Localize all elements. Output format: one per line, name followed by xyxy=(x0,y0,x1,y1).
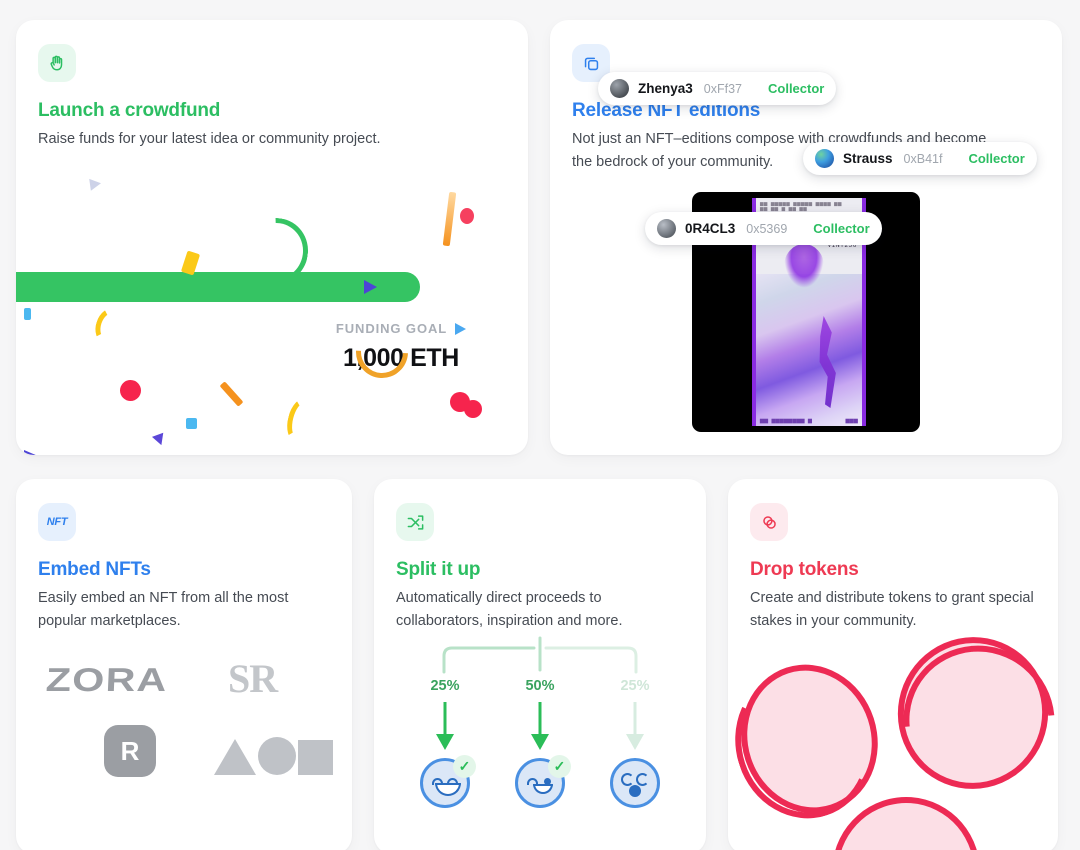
confetti-bar xyxy=(442,191,457,247)
collector-role: Collector xyxy=(813,221,870,236)
raised-hand-icon xyxy=(38,44,76,82)
split-percent: 25% xyxy=(620,678,650,694)
card-header: Split it up Automatically direct proceed… xyxy=(374,479,706,634)
confetti-triangle xyxy=(151,432,168,448)
split-arrows-icon xyxy=(396,503,434,541)
collector-role: Collector xyxy=(768,81,825,96)
rarible-logo: R xyxy=(104,725,156,777)
avatar xyxy=(610,79,629,98)
split-percent: 25% xyxy=(430,678,460,694)
circle-shape xyxy=(258,737,296,775)
card-header: Launch a crowdfund Raise funds for your … xyxy=(16,20,528,151)
collector-address: 0xB41f xyxy=(903,151,943,166)
funding-goal-block: FUNDING GOAL 1,000 ETH xyxy=(296,315,506,389)
confetti-dot xyxy=(186,418,197,429)
artwork-blob xyxy=(784,244,824,288)
avatar xyxy=(815,149,834,168)
collector-badge[interactable]: Strauss 0xB41f Collector xyxy=(803,142,1037,175)
collector-badge[interactable]: Zhenya3 0xFf37 Collector xyxy=(598,72,837,105)
split-column: 25% xyxy=(604,678,666,808)
confetti-triangle xyxy=(24,450,38,455)
marketplace-logos: ZORA SR R xyxy=(16,647,352,847)
artwork-footer-right: ▆▆▆ xyxy=(845,418,858,424)
confetti-bar xyxy=(219,381,244,407)
collector-address: 0xFf37 xyxy=(703,81,742,96)
triangle-shape xyxy=(214,739,256,775)
feature-row-top: Launch a crowdfund Raise funds for your … xyxy=(16,20,1064,455)
collector-name: 0R4CL3 xyxy=(685,221,736,236)
token-coins-illustration xyxy=(728,479,1058,850)
zora-logo: ZORA xyxy=(45,661,169,698)
confetti-triangle xyxy=(89,177,102,191)
check-icon: ✓ xyxy=(548,755,571,778)
card-description: Raise funds for your latest idea or comm… xyxy=(38,131,381,147)
confetti-dot xyxy=(460,208,474,224)
square-shape xyxy=(298,740,333,775)
confetti-arc xyxy=(91,304,127,348)
dizzy-face-icon xyxy=(610,758,660,808)
nft-icon-label: NFT xyxy=(46,516,68,528)
card-drop-tokens[interactable]: Drop tokens Create and distribute tokens… xyxy=(728,479,1058,850)
card-description: Automatically direct proceeds to collabo… xyxy=(396,590,623,630)
card-launch-crowdfund[interactable]: Launch a crowdfund Raise funds for your … xyxy=(16,20,528,455)
card-title: Split it up xyxy=(396,559,481,580)
superrare-logo: SR xyxy=(228,656,278,701)
split-arrow-icon xyxy=(414,702,476,754)
card-release-nft-editions[interactable]: Release NFT editions Not just an NFT–edi… xyxy=(550,20,1062,455)
collector-name: Zhenya3 xyxy=(638,81,693,96)
foundation-logo xyxy=(214,737,333,775)
split-column: 50% ✓ xyxy=(509,678,571,808)
split-diagram: 25% ✓ 50% ✓ 25% xyxy=(374,634,706,850)
grinning-face-icon: ✓ xyxy=(420,755,476,808)
split-arrow-icon xyxy=(604,702,666,754)
collector-address: 0x5369 xyxy=(746,221,788,236)
confetti-dot xyxy=(464,400,482,418)
card-description: Easily embed an NFT from all the most po… xyxy=(38,590,289,630)
card-embed-nfts[interactable]: NFT Embed NFTs Easily embed an NFT from … xyxy=(16,479,352,850)
progress-arrow-icon xyxy=(364,280,377,294)
features-grid-page: Launch a crowdfund Raise funds for your … xyxy=(0,0,1080,850)
artwork-figure xyxy=(819,316,836,408)
split-arrow-icon xyxy=(509,702,571,754)
confetti-dot xyxy=(120,380,141,401)
check-icon: ✓ xyxy=(453,755,476,778)
artwork-footer: ▆▆ ▆▆▆▆▆▆▆▆ ▆ ▆▆▆ xyxy=(760,418,858,424)
card-title: Launch a crowdfund xyxy=(38,100,221,121)
card-split-it-up[interactable]: Split it up Automatically direct proceed… xyxy=(374,479,706,850)
winking-face-icon: ✓ xyxy=(515,755,571,808)
split-bracket xyxy=(442,636,638,674)
goal-arrow-icon xyxy=(455,322,467,335)
card-header: NFT Embed NFTs Easily embed an NFT from … xyxy=(16,479,352,634)
avatar xyxy=(657,219,676,238)
rarible-letter: R xyxy=(120,735,140,766)
crowdfund-illustration: FUNDING GOAL 1,000 ETH xyxy=(16,177,528,455)
collector-name: Strauss xyxy=(843,151,893,166)
card-title: Embed NFTs xyxy=(38,559,151,580)
collector-badge[interactable]: 0R4CL3 0x5369 Collector xyxy=(645,212,882,245)
collector-role: Collector xyxy=(968,151,1025,166)
confetti-dot xyxy=(24,308,31,320)
progress-bar xyxy=(16,272,420,302)
feature-row-bottom: NFT Embed NFTs Easily embed an NFT from … xyxy=(16,479,1064,850)
split-column: 25% ✓ xyxy=(414,678,476,808)
confetti-arc xyxy=(283,395,317,445)
artwork-footer-left: ▆▆ ▆▆▆▆▆▆▆▆ ▆ xyxy=(760,418,813,424)
split-percent: 50% xyxy=(525,678,555,694)
nft-tag-icon: NFT xyxy=(38,503,76,541)
